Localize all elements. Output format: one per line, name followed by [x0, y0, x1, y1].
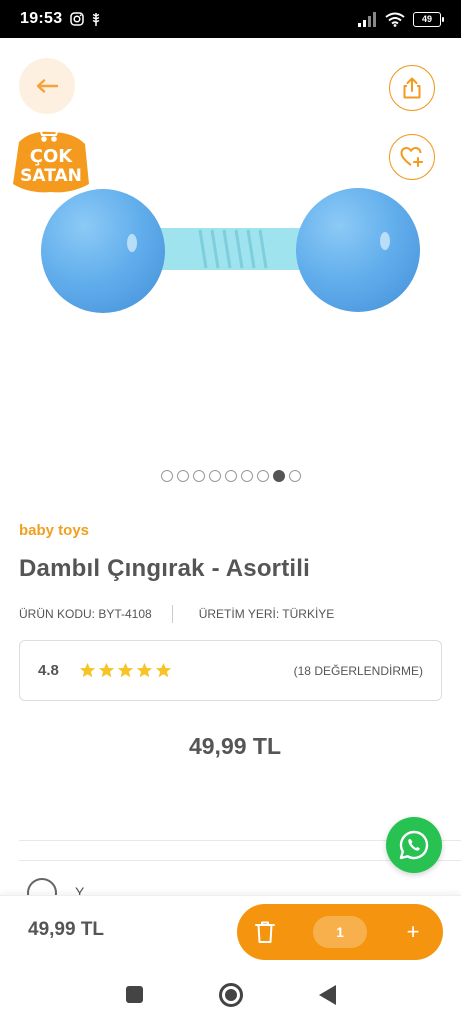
star-icon	[98, 662, 115, 678]
product-detail-screen: 19:53 49 ÇOK SATAN baby toys Dambıl Çıng…	[0, 0, 461, 1024]
star-icon	[79, 662, 96, 678]
product-origin: ÜRETİM YERİ: TÜRKİYE	[198, 607, 335, 621]
instagram-icon	[70, 12, 85, 26]
product-info-section[interactable]: Y	[19, 872, 461, 896]
carousel-dot[interactable]	[160, 470, 173, 482]
back-button[interactable]	[19, 58, 75, 114]
remove-from-cart-button[interactable]	[250, 917, 280, 947]
quantity-value: 1	[313, 916, 367, 948]
star-icon	[117, 662, 134, 678]
product-price: 49,99 TL	[188, 733, 282, 759]
product-image-carousel[interactable]	[0, 38, 461, 498]
arrow-left-icon	[36, 79, 58, 93]
status-bar: 19:53 49	[0, 0, 461, 38]
add-favorite-button[interactable]	[389, 134, 435, 180]
carousel-dot[interactable]	[224, 470, 237, 482]
battery-icon: 49	[413, 11, 444, 27]
carousel-dots	[0, 470, 461, 482]
carousel-dot[interactable]	[208, 470, 221, 482]
product-meta: ÜRÜN KODU: BYT-4108 ÜRETİM YERİ: TÜRKİYE	[19, 605, 334, 623]
carousel-dot-active[interactable]	[272, 470, 285, 482]
rating-summary[interactable]: 4.8 (18 DEĞERLENDİRME)	[19, 640, 442, 701]
best-seller-badge: ÇOK SATAN	[11, 118, 91, 196]
product-image	[41, 188, 420, 313]
rating-value: 4.8	[38, 662, 59, 679]
star-icon	[136, 662, 153, 678]
carousel-dot[interactable]	[256, 470, 269, 482]
product-code: ÜRÜN KODU: BYT-4108	[19, 607, 152, 621]
badge-text-line1: ÇOK	[29, 146, 73, 167]
trash-icon	[255, 921, 275, 943]
home-button[interactable]	[218, 982, 243, 1007]
status-system-icons: 49	[357, 11, 444, 27]
carousel-dot[interactable]	[192, 470, 205, 482]
badge-text-line2: SATAN	[20, 166, 82, 186]
rating-stars	[79, 662, 172, 679]
bottom-price: 49,99 TL	[28, 919, 105, 940]
increase-quantity-button[interactable]: +	[397, 916, 429, 948]
system-nav-bar	[0, 965, 461, 1024]
product-title: Dambıl Çıngırak - Asortili	[19, 555, 311, 582]
signal-icon	[358, 11, 376, 27]
carousel-dot[interactable]	[288, 470, 301, 482]
meta-divider	[171, 605, 173, 623]
cart-quantity-control: 1 +	[237, 904, 443, 960]
share-button[interactable]	[389, 65, 435, 111]
whatsapp-button[interactable]	[386, 817, 442, 873]
carousel-dot[interactable]	[240, 470, 253, 482]
status-time: 19:53	[20, 10, 63, 27]
product-brand-link[interactable]: baby toys	[19, 522, 89, 539]
status-notification-icons	[70, 12, 102, 27]
bottom-cart-bar: 49,99 TL 1 +	[0, 895, 461, 965]
battery-level: 49	[421, 14, 432, 24]
heart-plus-icon	[400, 147, 423, 167]
wheat-icon	[93, 12, 100, 26]
info-icon	[27, 878, 57, 896]
share-icon	[403, 77, 421, 99]
star-icon	[155, 662, 172, 678]
wifi-icon	[385, 12, 405, 27]
recent-apps-button[interactable]	[125, 986, 143, 1003]
whatsapp-icon	[399, 830, 429, 860]
carousel-dot[interactable]	[176, 470, 189, 482]
review-count: (18 DEĞERLENDİRME)	[293, 663, 423, 678]
back-nav-button[interactable]	[318, 984, 336, 1005]
